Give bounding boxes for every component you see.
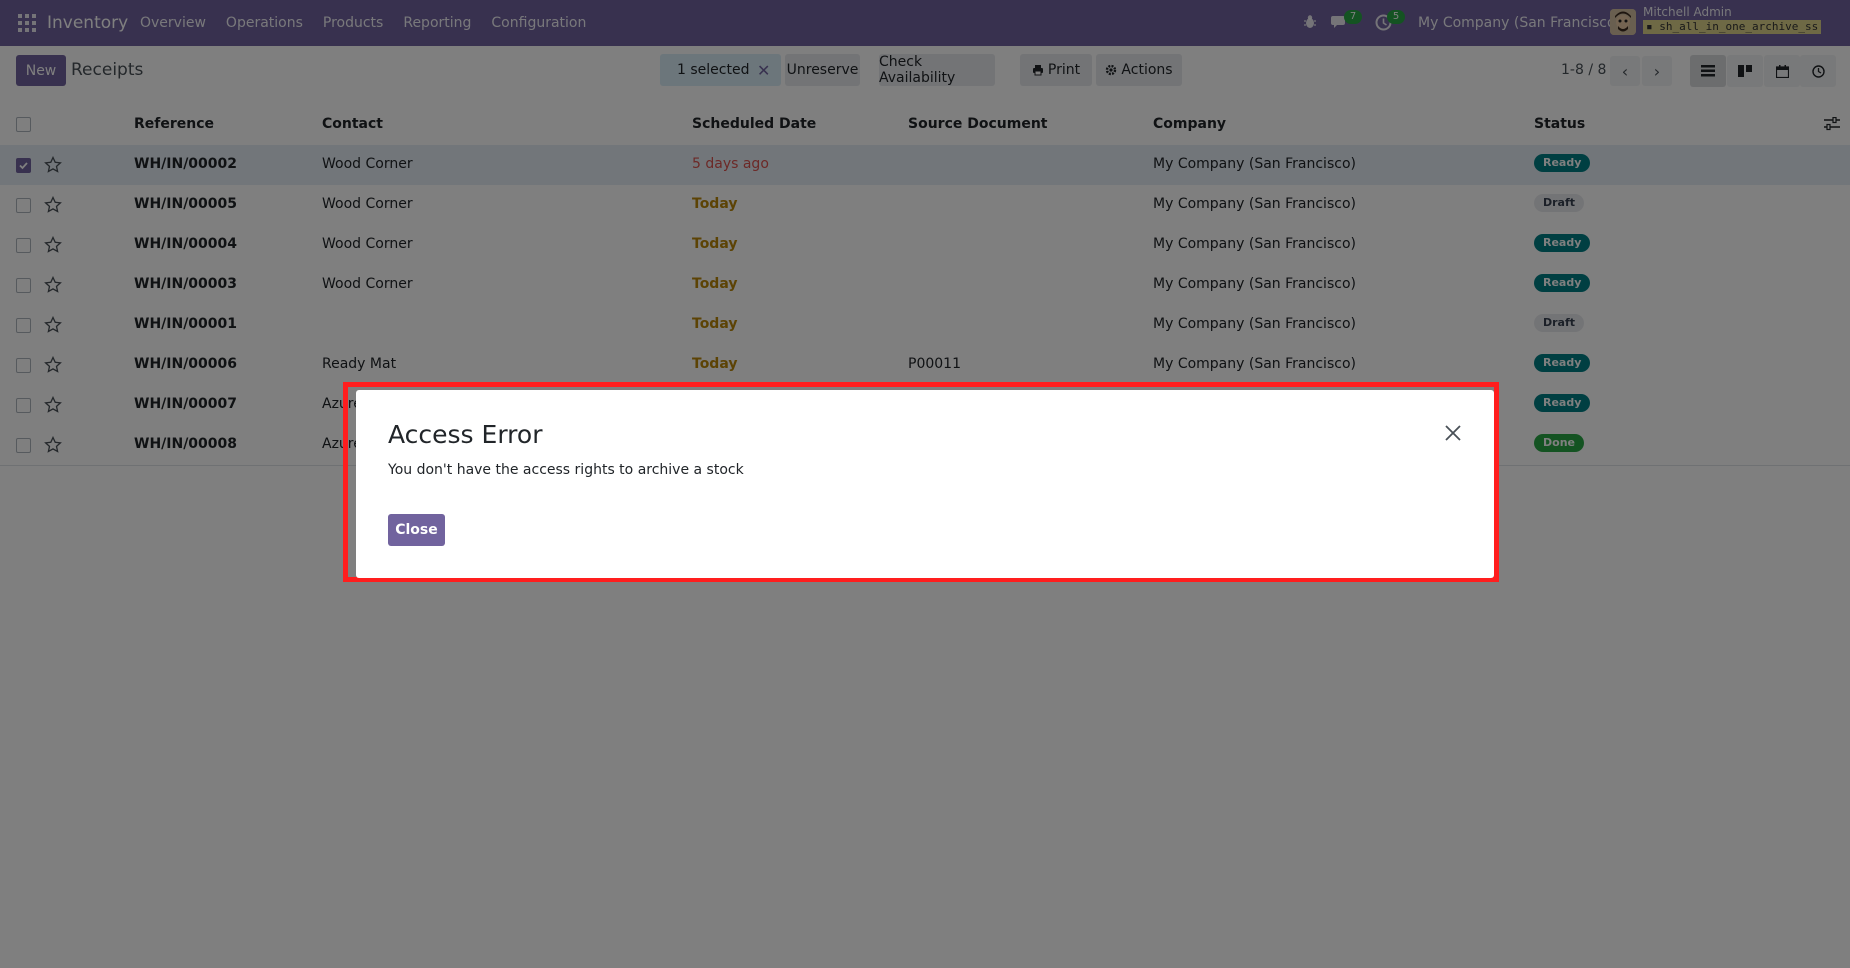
access-error-dialog: Access Error You don't have the access r… bbox=[356, 390, 1494, 578]
dialog-message: You don't have the access rights to arch… bbox=[388, 462, 744, 478]
dialog-title: Access Error bbox=[388, 420, 543, 449]
close-button[interactable]: Close bbox=[388, 514, 445, 546]
close-icon[interactable] bbox=[1444, 424, 1462, 442]
